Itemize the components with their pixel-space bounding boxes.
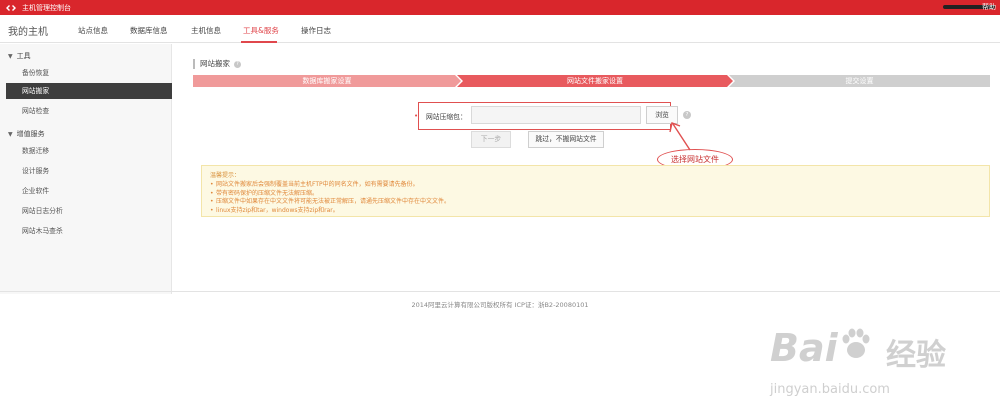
sidebar-group-label: 工具	[16, 52, 31, 60]
sidebar-item-design-service[interactable]: 设计服务	[0, 163, 172, 179]
tips-notice: 温馨提示： 网站文件搬家后会强制覆盖当前主机FTP中的同名文件，如有需要请先备份…	[201, 165, 990, 217]
tab-tools-services[interactable]: 工具&服务	[243, 25, 279, 36]
sidebar-group-value-added[interactable]: ▼ 增值服务	[8, 129, 45, 139]
notice-item: 压缩文件中如果存在中文文件将可能无法被正常解压，请通先压缩文件中存在中文文件。	[210, 198, 981, 207]
watermark-url: jingyan.baidu.com	[770, 382, 890, 397]
active-tab-indicator	[241, 41, 277, 43]
sidebar-item-enterprise-software[interactable]: 企业软件	[0, 183, 172, 199]
page-brand[interactable]: 我的主机	[8, 23, 48, 38]
notice-item: 带有密码保护的压缩文件无法解压缩。	[210, 190, 981, 199]
top-bar: 主机管理控制台 帮助	[0, 0, 1000, 15]
tab-operation-log[interactable]: 操作日志	[301, 25, 331, 36]
required-marker: •	[414, 112, 419, 120]
archive-field-label: 网站压缩包：	[426, 113, 467, 121]
watermark-brand: Bai	[770, 326, 838, 370]
skip-files-button[interactable]: 跳过，不搬网站文件	[528, 131, 604, 148]
step-site-files: 网站文件搬家设置	[457, 75, 733, 87]
sidebar-group-label: 增值服务	[16, 130, 45, 138]
footer-copyright: 2014阿里云计算有限公司版权所有 ICP证：浙B2-20080101	[411, 301, 589, 309]
archive-file-input[interactable]	[471, 106, 641, 124]
step-progress: 数据库搬家设置 网站文件搬家设置 提交设置	[193, 75, 990, 87]
tab-database-info[interactable]: 数据库信息	[130, 25, 168, 36]
footer-divider	[0, 291, 1000, 292]
header-nav: 我的主机 站点信息 数据库信息 主机信息 工具&服务 操作日志	[0, 15, 1000, 43]
paw-icon	[842, 328, 870, 358]
notice-item: 网站文件搬家后会强制覆盖当前主机FTP中的同名文件，如有需要请先备份。	[210, 181, 981, 190]
aliyun-logo-icon	[5, 3, 17, 13]
tab-site-info[interactable]: 站点信息	[78, 25, 108, 36]
sidebar-group-tools[interactable]: ▼ 工具	[8, 51, 31, 61]
sidebar: ▼ 工具 备份恢复 网站搬家 网站检查 ▼ 增值服务 数据迁移 设计服务 企业软…	[0, 44, 172, 294]
notice-title: 温馨提示：	[210, 172, 241, 179]
tab-host-info[interactable]: 主机信息	[191, 25, 221, 36]
sidebar-item-log-analysis[interactable]: 网站日志分析	[0, 203, 172, 219]
caret-down-icon: ▼	[8, 52, 13, 60]
page-title: 网站搬家	[193, 59, 230, 69]
watermark-cn: 经验	[886, 338, 946, 373]
sidebar-item-site-check[interactable]: 网站检查	[0, 103, 172, 119]
help-icon[interactable]: ?	[234, 61, 241, 68]
next-step-button[interactable]: 下一步	[471, 131, 511, 148]
caret-down-icon: ▼	[8, 130, 13, 138]
sidebar-item-trojan-scan[interactable]: 网站木马查杀	[0, 223, 172, 239]
sidebar-item-data-migration[interactable]: 数据迁移	[0, 143, 172, 159]
baidu-jingyan-watermark: Bai 经验 jingyan.baidu.com	[760, 320, 980, 410]
step-database: 数据库搬家设置	[193, 75, 461, 87]
console-title: 主机管理控制台	[22, 3, 71, 12]
sidebar-item-backup[interactable]: 备份恢复	[0, 65, 172, 81]
help-link[interactable]: 帮助	[982, 2, 996, 12]
step-submit: 提交设置	[729, 75, 990, 87]
notice-item: linux支持zip和tar，windows支持zip和rar。	[210, 207, 981, 216]
sidebar-item-site-migration[interactable]: 网站搬家	[6, 83, 172, 99]
